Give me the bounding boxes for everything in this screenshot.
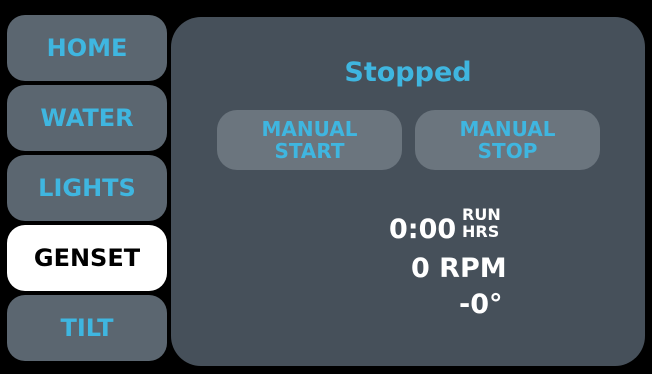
manual-stop-label-line1: MANUAL <box>459 117 556 141</box>
run-hours-unit-line2: HRS <box>462 222 500 241</box>
rpm-value: 0 RPM <box>411 253 507 284</box>
run-hours-unit: RUN HRS <box>462 206 501 240</box>
nav-tilt-button[interactable]: TILT <box>7 295 167 361</box>
run-hours-value: 0:00 <box>389 214 457 245</box>
nav-genset-button[interactable]: GENSET <box>7 225 167 291</box>
angle-value: -0° <box>459 289 503 320</box>
manual-start-label-line2: START <box>274 139 345 163</box>
manual-start-button[interactable]: MANUAL START <box>217 110 402 170</box>
nav-lights-button[interactable]: LIGHTS <box>7 155 167 221</box>
genset-panel: Stopped MANUAL START MANUAL STOP 0:00 RU… <box>171 17 645 366</box>
run-hours-unit-line1: RUN <box>462 205 501 224</box>
manual-stop-label-line2: STOP <box>477 139 538 163</box>
manual-stop-button[interactable]: MANUAL STOP <box>415 110 600 170</box>
genset-screen: HOME WATER LIGHTS GENSET TILT Stopped MA… <box>0 0 652 374</box>
nav-home-button[interactable]: HOME <box>7 15 167 81</box>
genset-status: Stopped <box>344 57 472 88</box>
nav-water-button[interactable]: WATER <box>7 85 167 151</box>
manual-start-label-line1: MANUAL <box>261 117 358 141</box>
